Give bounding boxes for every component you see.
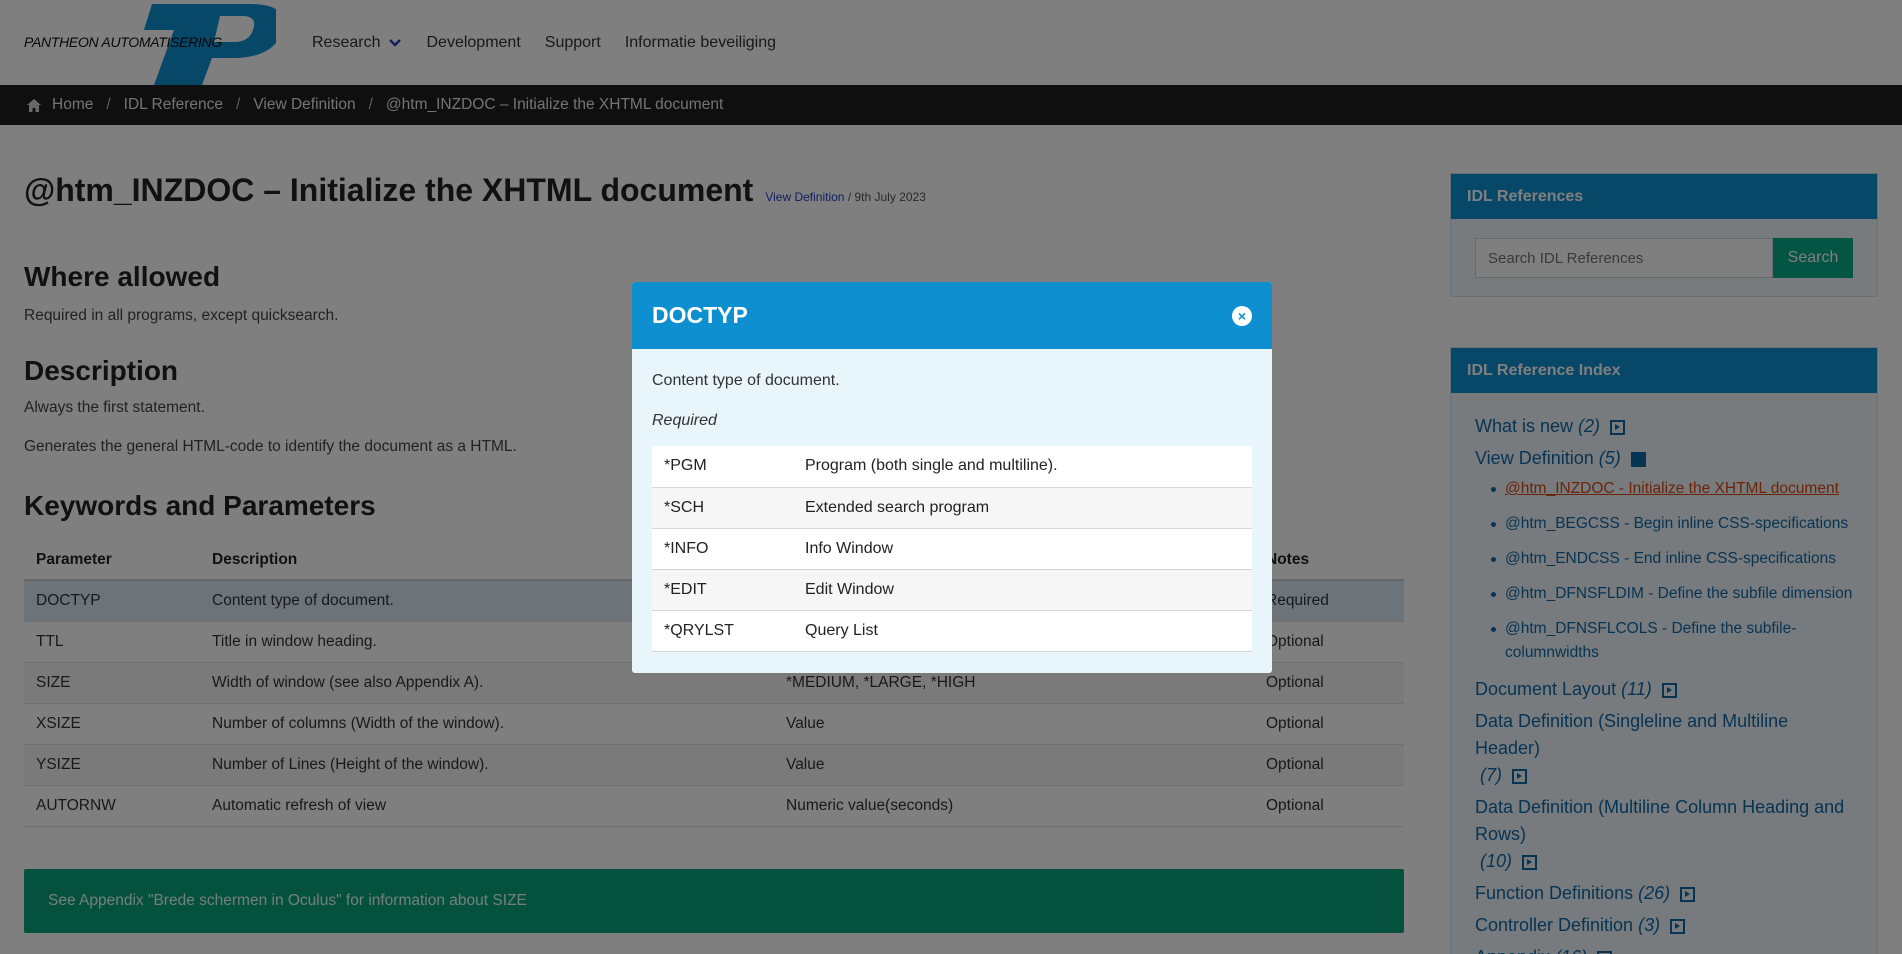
option-row: *INFO Info Window (652, 528, 1252, 570)
modal-header: DOCTYP × (632, 282, 1272, 349)
option-row: *SCH Extended search program (652, 487, 1252, 529)
option-key: *INFO (652, 528, 793, 570)
option-row: *QRYLST Query List (652, 610, 1252, 652)
option-row: *EDIT Edit Window (652, 569, 1252, 611)
modal-requirement: Required (652, 412, 717, 429)
option-key: *EDIT (652, 569, 793, 611)
options-table: *PGM Program (both single and multiline)… (652, 446, 1252, 652)
close-icon[interactable]: × (1232, 305, 1252, 326)
modal-description: Content type of document. (652, 372, 840, 389)
modal-body: Content type of document. Required *PGM … (632, 349, 1272, 652)
modal-title: DOCTYP (652, 302, 748, 328)
option-value: Query List (793, 610, 1252, 652)
option-row: *PGM Program (both single and multiline)… (652, 446, 1252, 488)
option-key: *PGM (652, 446, 793, 488)
option-key: *SCH (652, 487, 793, 529)
parameter-modal: DOCTYP × Content type of document. Requi… (632, 282, 1272, 673)
option-value: Edit Window (793, 569, 1252, 611)
option-value: Extended search program (793, 487, 1252, 529)
option-value: Program (both single and multiline). (793, 446, 1252, 488)
option-key: *QRYLST (652, 610, 793, 652)
option-value: Info Window (793, 528, 1252, 570)
